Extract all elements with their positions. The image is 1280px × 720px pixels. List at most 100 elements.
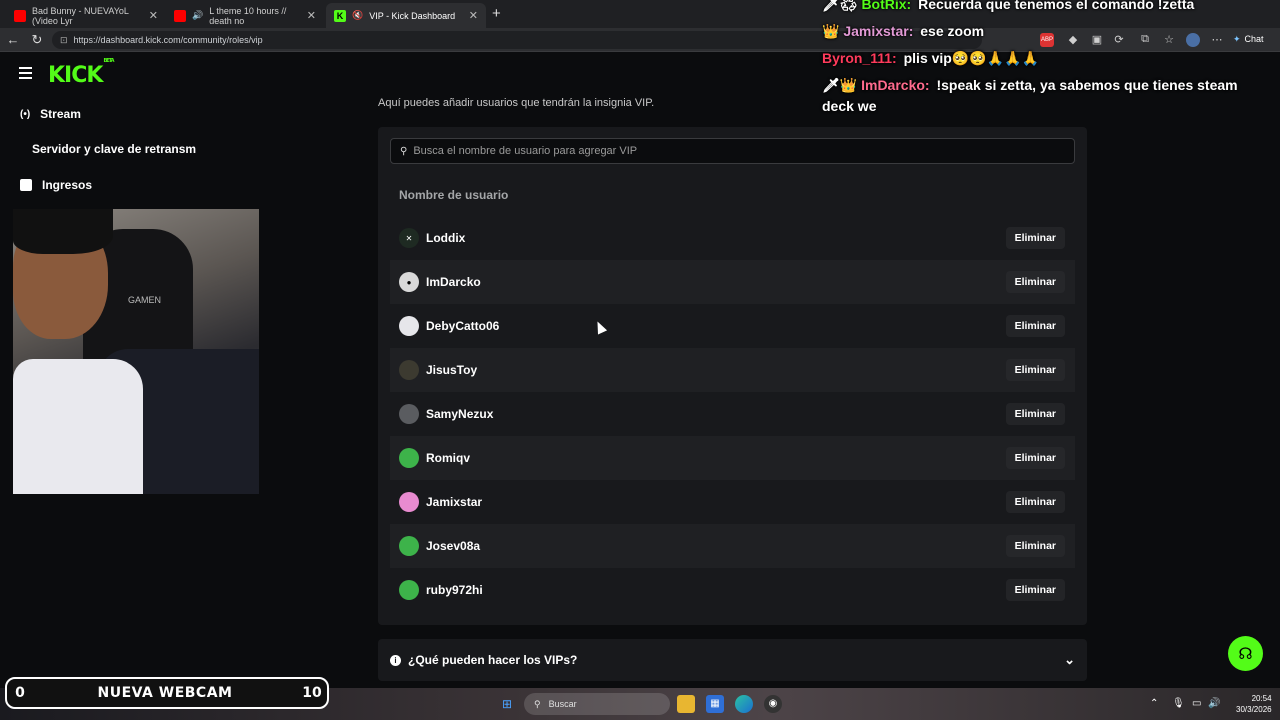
browser-tab-active[interactable]: K 🔇 VIP - Kick Dashboard ✕ <box>326 3 486 28</box>
remove-button[interactable]: Eliminar <box>1005 271 1065 293</box>
table-row: JisusToy Eliminar <box>390 348 1075 392</box>
avatar <box>399 360 419 380</box>
clock-time: 20:54 <box>1251 694 1272 703</box>
avatar <box>399 580 419 600</box>
broadcast-icon: (•) <box>20 108 31 120</box>
sidebar-item-label: Stream <box>40 107 81 121</box>
url-text: https://dashboard.kick.com/community/rol… <box>73 35 263 45</box>
windows-start-icon[interactable]: ⊞ <box>498 695 516 713</box>
file-explorer-icon[interactable] <box>677 695 695 713</box>
username[interactable]: ruby972hi <box>426 583 483 597</box>
browser-tab[interactable]: Bad Bunny - NUEVAYoL (Video Lyr ✕ <box>6 3 166 28</box>
search-icon: ⚲ <box>400 145 408 157</box>
webcam-overlay: GAMEN <box>13 209 259 494</box>
remove-button[interactable]: Eliminar <box>1005 359 1065 381</box>
avatar <box>399 536 419 556</box>
username[interactable]: Loddix <box>426 231 465 245</box>
score-left: 0 <box>15 685 25 701</box>
avatar <box>399 316 419 336</box>
back-icon[interactable]: ← <box>5 32 21 47</box>
table-row: ✕ Loddix Eliminar <box>390 216 1075 260</box>
close-icon[interactable]: ✕ <box>469 9 478 22</box>
vip-list-panel: ⚲ Busca el nombre de usuario para agrega… <box>378 127 1087 625</box>
remove-button[interactable]: Eliminar <box>1005 447 1065 469</box>
avatar <box>399 448 419 468</box>
new-tab-button[interactable]: + <box>492 5 501 22</box>
sidebar-item-revenue[interactable]: Ingresos <box>20 178 92 192</box>
menu-icon[interactable] <box>19 67 32 82</box>
tab-title: L theme 10 hours // death no <box>209 5 287 26</box>
beta-badge: BETA <box>103 57 114 64</box>
remove-button[interactable]: Eliminar <box>1005 535 1065 557</box>
search-input[interactable]: ⚲ Busca el nombre de usuario para agrega… <box>390 138 1075 164</box>
chair-brand: GAMEN <box>128 295 162 305</box>
table-row: SamyNezux Eliminar <box>390 392 1075 436</box>
scoreboard-overlay: 0 NUEVA WEBCAM 10 <box>5 677 329 709</box>
username[interactable]: Josev08a <box>426 539 480 553</box>
remove-button[interactable]: Eliminar <box>1005 315 1065 337</box>
chat-text: ese zoom <box>920 23 985 39</box>
kick-logo[interactable]: KICKBETA <box>48 58 115 88</box>
table-row: DebyCatto06 Eliminar <box>390 304 1075 348</box>
chat-username: BotRix: <box>861 0 912 12</box>
faq-title: ¿Qué pueden hacer los VIPs? <box>408 653 578 667</box>
info-icon: i <box>390 654 401 666</box>
chat-message: 🗡👑 ImDarcko: !speak si zetta, ya sabemos… <box>822 75 1272 117</box>
volume-icon[interactable]: 🔊 <box>1208 698 1220 709</box>
table-row: Jamixstar Eliminar <box>390 480 1075 524</box>
page-description: Aquí puedes añadir usuarios que tendrán … <box>378 97 655 109</box>
speaker-icon: 🔇 <box>352 10 364 20</box>
chevron-up-icon[interactable]: ⌃ <box>1150 698 1158 709</box>
tab-title: Bad Bunny - NUEVAYoL (Video Lyr <box>32 5 129 26</box>
speaker-icon: 🔊 <box>192 10 204 20</box>
system-clock[interactable]: 20:54 30/3/2026 <box>1236 693 1272 715</box>
remove-button[interactable]: Eliminar <box>1005 491 1065 513</box>
microphone-icon[interactable]: 🎙 <box>1172 698 1185 709</box>
chat-badges: 🗡👑 <box>822 77 858 93</box>
chat-username: Jamixstar: <box>843 23 914 39</box>
chevron-down-icon: ⌄ <box>1064 652 1075 667</box>
close-icon[interactable]: ✕ <box>149 9 158 22</box>
vip-faq-accordion[interactable]: i ¿Qué pueden hacer los VIPs? ⌄ <box>378 639 1087 681</box>
sidebar-item-server-key[interactable]: Servidor y clave de retransm <box>32 142 196 156</box>
network-icon[interactable]: ▭ <box>1192 698 1201 709</box>
obs-icon[interactable]: ◉ <box>764 695 782 713</box>
avatar <box>399 492 419 512</box>
avatar: ✕ <box>399 228 419 248</box>
remove-button[interactable]: Eliminar <box>1005 227 1065 249</box>
chat-username: Byron_111: <box>822 50 897 66</box>
kick-dashboard: KICKBETA (•) Stream Servidor y clave de … <box>0 53 1280 685</box>
sidebar-item-stream[interactable]: (•) Stream <box>20 107 81 121</box>
chat-message: Byron_111: plis vip🥺🥺🙏🙏🙏 <box>822 48 1272 69</box>
close-icon[interactable]: ✕ <box>307 9 316 22</box>
kick-icon: K <box>334 9 346 22</box>
search-placeholder: Busca el nombre de usuario para agregar … <box>413 145 638 157</box>
youtube-icon <box>174 9 186 22</box>
store-icon[interactable]: ▦ <box>706 695 724 713</box>
support-button[interactable]: ☊ <box>1228 636 1263 671</box>
chat-badges: 👑 <box>822 23 840 39</box>
browser-tab[interactable]: 🔊 L theme 10 hours // death no ✕ <box>166 3 324 28</box>
clock-date: 30/3/2026 <box>1236 705 1272 714</box>
chat-message: 👑 Jamixstar: ese zoom <box>822 21 1272 42</box>
taskbar-search-label: Buscar <box>548 699 577 709</box>
chat-text: plis vip🥺🥺🙏🙏🙏 <box>903 50 1040 66</box>
refresh-icon[interactable]: ↻ <box>29 32 45 48</box>
username[interactable]: SamyNezux <box>426 407 493 421</box>
tab-title: VIP - Kick Dashboard <box>369 10 456 21</box>
chat-username: ImDarcko: <box>861 77 930 93</box>
chart-icon <box>20 179 32 191</box>
taskbar-search[interactable]: ⚲ Buscar <box>524 693 670 715</box>
username[interactable]: DebyCatto06 <box>426 319 499 333</box>
remove-button[interactable]: Eliminar <box>1005 403 1065 425</box>
username[interactable]: Romiqv <box>426 451 470 465</box>
username[interactable]: ImDarcko <box>426 275 481 289</box>
table-row: Romiqv Eliminar <box>390 436 1075 480</box>
edge-icon[interactable] <box>735 695 753 713</box>
remove-button[interactable]: Eliminar <box>1005 579 1065 601</box>
search-icon: ⚲ <box>534 698 541 709</box>
site-info-icon[interactable]: ⊡ <box>60 35 68 46</box>
username[interactable]: JisusToy <box>426 363 477 377</box>
username[interactable]: Jamixstar <box>426 495 482 509</box>
avatar: ● <box>399 272 419 292</box>
